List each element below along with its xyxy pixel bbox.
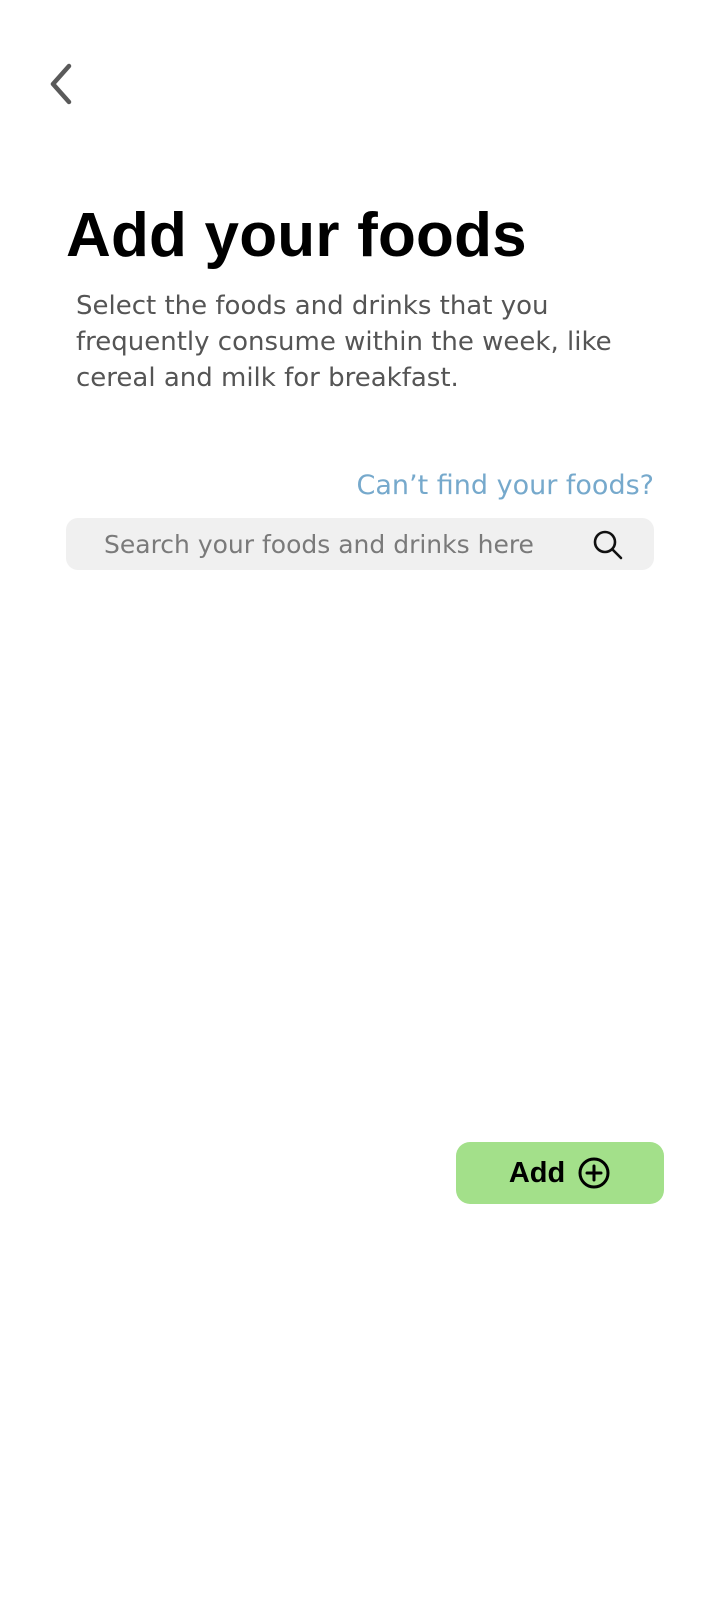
add-button[interactable]: Add: [456, 1142, 664, 1204]
chevron-left-icon: [45, 60, 75, 108]
back-button[interactable]: [36, 52, 84, 116]
add-button-label: Add: [508, 1156, 566, 1189]
plus-circle-icon: [577, 1156, 611, 1190]
search-icon[interactable]: [592, 529, 624, 561]
page-description: Select the foods and drinks that you fre…: [76, 291, 612, 393]
cant-find-foods-link[interactable]: Can’t find your foods?: [357, 466, 654, 506]
search-input[interactable]: [104, 518, 574, 570]
page-title: Add your foods: [66, 201, 527, 270]
search-bar: [66, 518, 654, 570]
